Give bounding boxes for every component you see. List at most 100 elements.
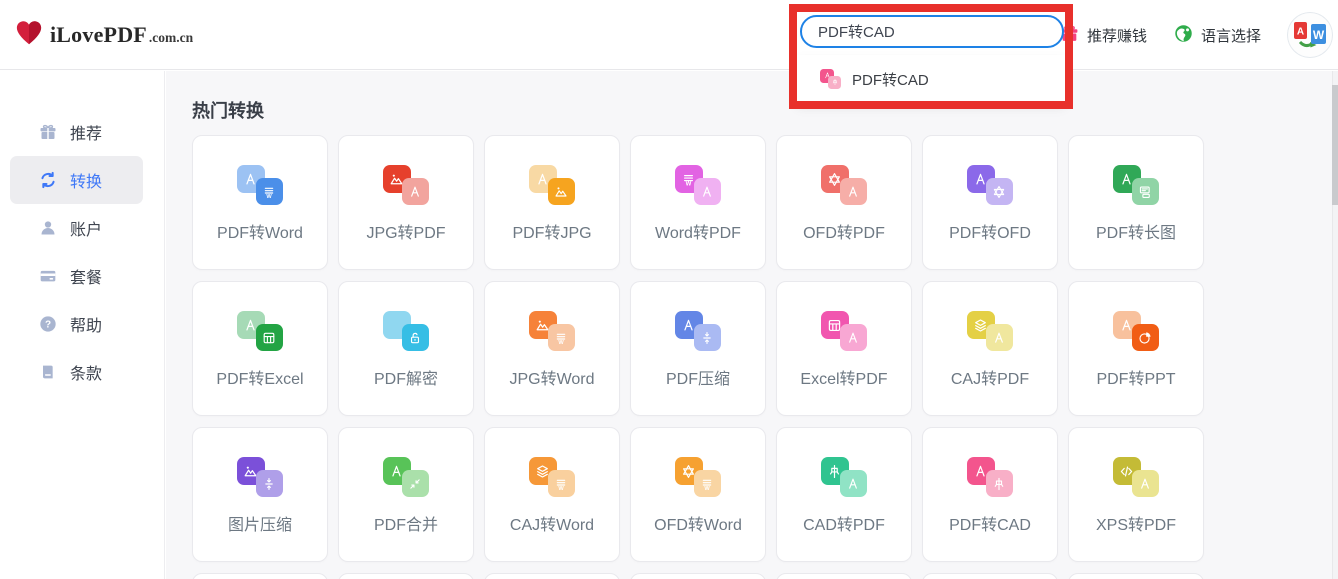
suggestion-item[interactable]: PDF转CAD [797,55,1065,103]
tool-card[interactable]: PDF转长图 [1068,135,1204,270]
svg-text:A: A [1297,27,1304,38]
search-input[interactable] [800,15,1064,48]
tool-card-label: 图片压缩 [227,517,292,534]
brand-suffix: .com.cn [148,30,194,45]
nav-language[interactable]: 语言选择 [1173,23,1261,48]
cad-icon [828,75,841,89]
pdf-icon [693,178,721,205]
tool-card-label: PDF转OFD [949,225,1031,242]
tool-card-label: PDF转PPT [1096,371,1176,388]
tool-card-icon [966,457,1014,498]
tool-card-icon [820,165,868,206]
image-icon [547,178,575,205]
tool-card-icon [382,311,430,352]
pdf-to-cad-icon [820,68,842,90]
tool-card-label: CAJ转PDF [950,371,1030,388]
tool-card[interactable]: PDF转OFD [922,135,1058,270]
tool-card[interactable]: W Word转PDF [630,135,766,270]
word-icon: W [693,470,721,497]
sidebar-item-convert[interactable]: 转换 [10,156,143,204]
pie-icon [1131,324,1159,351]
tool-card-icon [966,165,1014,206]
tool-card-icon [236,457,284,498]
sidebar-item-terms[interactable]: 条款 [10,348,143,396]
word-icon: W [255,178,283,205]
tool-card[interactable]: PDF转JPG [484,135,620,270]
tool-card[interactable]: W PDF转Word [192,135,328,270]
merge-icon [401,470,429,497]
sidebar-item-label: 转换 [70,174,103,191]
tool-card-partial[interactable] [338,573,474,579]
tool-card-label: CAD转PDF [803,517,885,534]
sidebar-item-plans[interactable]: 套餐 [10,252,143,300]
tool-card-partial[interactable] [922,573,1058,579]
tool-card-icon [820,311,868,352]
tool-card[interactable]: Excel转PDF [776,281,912,416]
tool-card-icon [1112,311,1160,352]
tool-card[interactable]: PDF转PPT [1068,281,1204,416]
tool-card[interactable]: 图片压缩 [192,427,328,562]
section-title: 热门转换 [192,101,264,121]
tool-card[interactable]: OFD转PDF [776,135,912,270]
tool-card-label: JPG转Word [509,371,595,388]
help-icon: ? [38,314,58,334]
cards-grid: W PDF转Word JPG转PDF PDF转JPG W Word转PDF OFD转PDF P… [192,135,1204,579]
tool-card-partial[interactable] [1068,573,1204,579]
tool-card-partial[interactable] [484,573,620,579]
pdf-icon [401,178,429,205]
tool-card-label: PDF压缩 [665,371,730,388]
gift-icon [38,122,58,142]
sidebar-item-help[interactable]: ? 帮助 [10,300,143,348]
nav-referral-label: 推荐赚钱 [1086,27,1147,45]
globe-icon [1173,23,1194,48]
pdf-icon [985,324,1013,351]
logo[interactable]: iLovePDF .com.cn [14,0,193,70]
header: iLovePDF .com.cn 推荐赚钱 语言选择 A W [0,0,1338,70]
tool-card-partial[interactable] [630,573,766,579]
tool-card-partial[interactable] [776,573,912,579]
tool-card[interactable]: PDF合并 [338,427,474,562]
tool-card[interactable]: XPS转PDF [1068,427,1204,562]
avatar[interactable]: A W [1287,12,1333,58]
tool-card[interactable]: CAJ转PDF [922,281,1058,416]
tool-card[interactable]: W OFD转Word [630,427,766,562]
tool-card[interactable]: PDF压缩 [630,281,766,416]
svg-text:W: W [558,485,564,491]
search-suggestions: PDF转CAD [797,55,1065,103]
tool-card-label: JPG转PDF [366,225,446,242]
tool-card-icon [966,311,1014,352]
sidebar-item-label: 账户 [70,222,103,239]
tool-card[interactable]: W JPG转Word [484,281,620,416]
svg-text:?: ? [45,320,51,331]
cad-icon [985,470,1013,497]
tool-card-icon: W [236,165,284,206]
app-root: iLovePDF .com.cn 推荐赚钱 语言选择 A W 推荐 转换 账户 … [0,0,1338,579]
tool-card-label: CAJ转Word [509,517,595,534]
word-icon: W [547,324,575,351]
nav-language-label: 语言选择 [1200,27,1261,45]
scrollbar-thumb[interactable] [1332,85,1338,205]
tool-card-icon [382,165,430,206]
tool-card[interactable]: JPG转PDF [338,135,474,270]
tool-card-label: PDF转长图 [1095,225,1176,242]
tool-card-label: Excel转PDF [800,371,888,388]
sidebar-item-recommend[interactable]: 推荐 [10,108,143,156]
tool-card-icon [674,311,722,352]
nav-referral[interactable]: 推荐赚钱 [1059,23,1147,48]
tool-card-label: PDF合并 [373,517,438,534]
tool-card[interactable]: W CAJ转Word [484,427,620,562]
tool-card-label: XPS转PDF [1095,517,1177,534]
tool-card[interactable]: PDF转Excel [192,281,328,416]
pdf-icon [839,178,867,205]
tool-card[interactable]: PDF转CAD [922,427,1058,562]
tool-card-label: PDF转JPG [512,225,592,242]
tool-card-partial[interactable] [192,573,328,579]
tool-card-label: OFD转PDF [803,225,885,242]
tool-card[interactable]: CAD转PDF [776,427,912,562]
main-content: 热门转换 W PDF转Word JPG转PDF PDF转JPG W Word转PDF OFD… [166,71,1338,579]
tool-card-icon [820,457,868,498]
tool-card[interactable]: PDF解密 [338,281,474,416]
sidebar-item-account[interactable]: 账户 [10,204,143,252]
suggestion-label: PDF转CAD [852,71,929,89]
tool-card-icon [528,165,576,206]
